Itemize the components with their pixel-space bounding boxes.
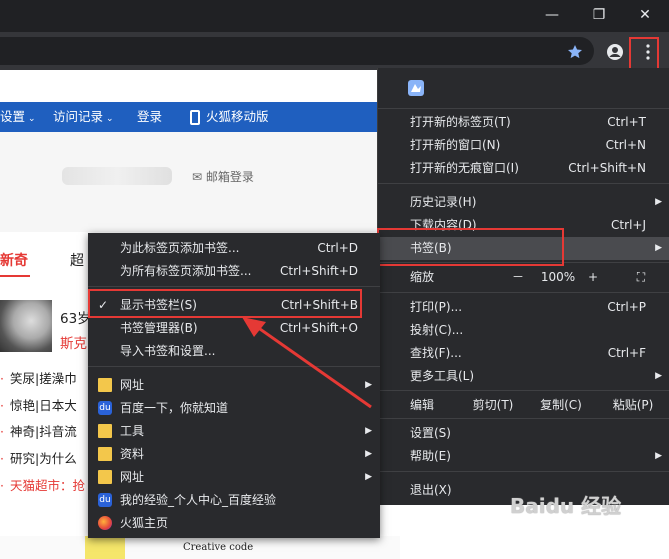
headline-link[interactable]: 斯克 bbox=[60, 332, 87, 352]
extension-icon[interactable] bbox=[408, 80, 424, 96]
annotation-arrow bbox=[242, 317, 372, 409]
mail-login-link[interactable]: ✉ 邮箱登录 bbox=[192, 168, 254, 185]
active-tab-underline bbox=[0, 275, 30, 277]
bookmark-folder[interactable]: 资料 ▶ bbox=[88, 443, 380, 466]
nav-firefox-mobile[interactable]: 火狐移动版 bbox=[190, 102, 269, 132]
nav-login[interactable]: 登录 bbox=[137, 102, 162, 132]
list-item[interactable]: · 研究|为什么 bbox=[0, 448, 77, 467]
menu-item-settings[interactable]: 设置(S) bbox=[378, 422, 669, 445]
baidu-icon: du bbox=[98, 493, 112, 507]
blurred-username bbox=[62, 167, 172, 185]
bookmark-item[interactable]: 火狐主页 bbox=[88, 512, 380, 535]
bookmarks-highlight bbox=[377, 228, 564, 266]
bookmark-item[interactable]: du 我的经验_个人中心_百度经验 bbox=[88, 489, 380, 512]
list-item[interactable]: · 神奇|抖音流 bbox=[0, 421, 77, 440]
bookmark-folder[interactable]: 网址 ▶ bbox=[88, 466, 380, 489]
chrome-main-menu: 打开新的标签页(T) Ctrl+T 打开新的窗口(N) Ctrl+N 打开新的无痕窗… bbox=[377, 68, 669, 505]
menu-item-new-window[interactable]: 打开新的窗口(N) Ctrl+N bbox=[378, 134, 669, 157]
bookmark-this-tab[interactable]: 为此标签页添加书签... Ctrl+D bbox=[88, 237, 380, 260]
minimize-button[interactable]: — bbox=[529, 0, 575, 32]
firefox-icon bbox=[98, 516, 112, 530]
bottom-banner-image bbox=[85, 536, 125, 559]
nav-history[interactable]: 访问记录 ⌄ bbox=[53, 102, 114, 132]
baidu-icon: du bbox=[98, 401, 112, 415]
site-top-nav: 设置 ⌄ 访问记录 ⌄ 登录 火狐移动版 bbox=[0, 102, 400, 132]
nav-settings[interactable]: 设置 ⌄ bbox=[0, 102, 36, 132]
baidu-watermark: Baidu 经验 bbox=[510, 494, 622, 518]
phone-icon bbox=[190, 110, 200, 125]
menu-item-edit: 编辑 剪切(T) 复制(C) 粘贴(P) bbox=[378, 394, 669, 417]
bookmark-star-icon[interactable] bbox=[563, 40, 587, 64]
title-bar: — ❐ ✕ bbox=[0, 0, 669, 32]
menu-item-incognito[interactable]: 打开新的无痕窗口(I) Ctrl+Shift+N bbox=[378, 157, 669, 180]
menu-item-find[interactable]: 查找(F)... Ctrl+F bbox=[378, 342, 669, 365]
bookmark-folder[interactable]: 工具 ▶ bbox=[88, 420, 380, 443]
cut-button[interactable]: 剪切(T) bbox=[462, 394, 524, 417]
menu-item-help[interactable]: 帮助(E) ▶ bbox=[378, 445, 669, 468]
zoom-in-button[interactable]: + bbox=[586, 266, 600, 289]
profile-icon[interactable] bbox=[603, 40, 627, 64]
restore-button[interactable]: ❐ bbox=[576, 0, 622, 32]
folder-icon bbox=[98, 447, 112, 461]
bookmark-all-tabs[interactable]: 为所有标签页添加书签... Ctrl+Shift+D bbox=[88, 260, 380, 283]
menu-item-more-tools[interactable]: 更多工具(L) ▶ bbox=[378, 365, 669, 388]
folder-icon bbox=[98, 470, 112, 484]
tab-novel[interactable]: 新奇 bbox=[0, 250, 28, 270]
copy-button[interactable]: 复制(C) bbox=[526, 394, 596, 417]
tab-super[interactable]: 超 bbox=[70, 250, 84, 270]
menu-item-print[interactable]: 打印(P)... Ctrl+P bbox=[378, 296, 669, 319]
close-button[interactable]: ✕ bbox=[622, 0, 668, 32]
paste-button[interactable]: 粘贴(P) bbox=[600, 394, 666, 417]
folder-icon bbox=[98, 378, 112, 392]
headline-text[interactable]: 63岁 bbox=[60, 307, 91, 327]
list-item[interactable]: · 惊艳|日本大 bbox=[0, 395, 77, 414]
zoom-level: 100% bbox=[540, 270, 576, 284]
menu-item-cast[interactable]: 投射(C)... bbox=[378, 319, 669, 342]
list-item[interactable]: · 天猫超市：抢 bbox=[0, 475, 85, 494]
menu-item-zoom: 缩放 － 100% + ⛶ bbox=[378, 266, 669, 289]
menu-item-history[interactable]: 历史记录(H) ▶ bbox=[378, 191, 669, 214]
zoom-out-button[interactable]: － bbox=[511, 266, 525, 289]
list-item[interactable]: · 笑尿|搓澡巾 bbox=[0, 368, 77, 387]
creative-code-text: Creative code bbox=[183, 542, 254, 553]
menu-item-new-tab[interactable]: 打开新的标签页(T) Ctrl+T bbox=[378, 111, 669, 134]
address-bar[interactable] bbox=[0, 37, 594, 65]
news-thumbnail[interactable] bbox=[0, 300, 52, 352]
folder-icon bbox=[98, 424, 112, 438]
fullscreen-icon[interactable]: ⛶ bbox=[626, 266, 656, 289]
